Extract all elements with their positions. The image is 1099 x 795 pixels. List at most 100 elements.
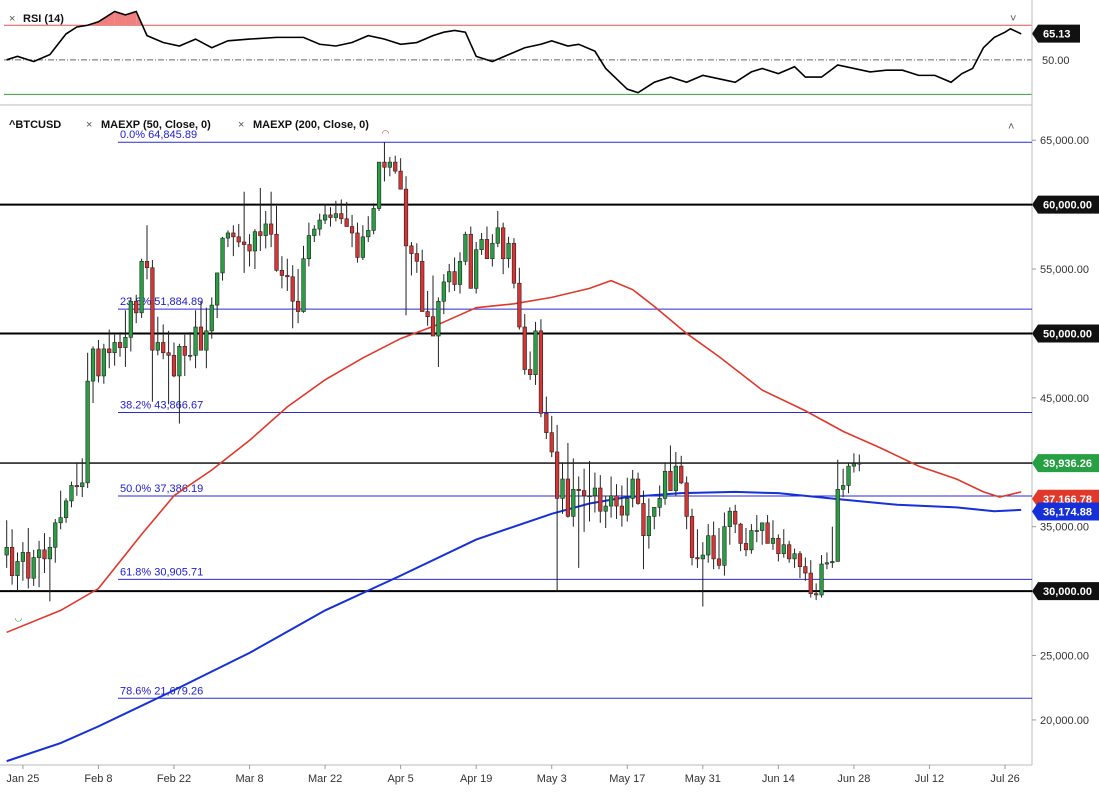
candle [760,522,765,545]
candle [420,249,425,312]
candle [182,334,187,376]
candle [522,314,527,375]
time-tick-label: May 17 [609,773,645,785]
candle [479,232,484,255]
candle-body [312,228,317,236]
ma-fast-close-icon[interactable]: × [86,119,92,131]
candle-body [841,485,846,490]
btcusd-chart: 50.00 65.13 0.0% 64,845.8923.6% 51,884.89… [0,0,1099,785]
time-tick-label: Apr 5 [387,773,413,785]
candle-body [646,516,651,536]
candle [517,267,522,330]
candle-body [517,282,522,328]
candle-body [150,267,155,351]
candle-body [301,258,306,312]
candle-body [387,161,392,168]
price-collapse-icon[interactable]: ˄ [1008,121,1014,133]
candle [128,297,133,352]
price-grid [0,0,1033,766]
candle-body [770,537,776,544]
candle [582,468,587,532]
candle-body [63,500,69,518]
candle-body [851,463,857,467]
candle-body [349,226,355,234]
candle [641,490,646,570]
candle-body [576,489,581,491]
candle-body [47,546,52,560]
candle-body [274,233,279,271]
candle-body [263,223,268,236]
candle [403,176,409,316]
candle-body [528,369,533,375]
candle [452,257,457,291]
candle [220,236,225,281]
candle-body [117,342,123,348]
candle [231,225,236,257]
candle [85,352,90,489]
candle [684,476,689,530]
candle [668,445,673,491]
time-tick-label: Mar 22 [308,773,342,785]
candle [625,477,630,522]
candle [738,522,743,552]
candle [673,451,678,496]
candle [743,527,749,557]
rsi-close-icon[interactable]: × [9,13,15,25]
candle [646,498,651,549]
candle [387,156,392,177]
candle [576,476,581,568]
ma-slow-close-icon[interactable]: × [238,119,244,131]
candle [447,263,452,293]
candle-body [355,232,360,258]
candle-body [662,470,668,499]
candle [727,507,732,545]
candle-body [452,271,457,285]
rsi-collapse-icon[interactable]: ˅ [1010,13,1016,25]
candle-body [765,522,770,544]
candle [177,343,182,424]
candle [608,476,614,518]
candle [754,515,759,543]
candle-body [436,300,441,337]
candle [835,459,840,562]
candle [749,524,754,554]
candle-body [328,214,333,218]
candle-body [544,413,549,433]
candle-body [457,260,463,285]
candle [706,524,711,563]
close-badge-text: 39,936.26 [1043,458,1092,470]
candle-body [468,233,473,289]
candle-body [317,219,322,230]
candle-body [128,300,133,338]
candle-body [252,231,258,252]
candle-body [134,300,139,314]
candle-body [684,482,689,517]
candle [819,555,824,598]
candle [830,526,835,568]
rsi-panel: 50.00 65.13 [0,0,1099,106]
candle [776,534,781,562]
level-badge-text: 50,000.00 [1043,328,1092,340]
candle-body [26,552,31,579]
candle-body [501,227,506,260]
candle [306,222,311,267]
candle [252,229,258,270]
candle [204,307,209,369]
candle [841,468,846,498]
high-marker: ◠ [381,128,389,138]
candle-body [474,249,479,289]
candle-body [598,487,603,512]
candle [463,231,468,266]
candle [409,241,414,276]
candle-body [835,489,840,562]
candle [803,557,808,581]
candle [414,243,419,273]
candle-body [560,478,565,499]
candle [90,346,96,404]
fibonacci-levels: 0.0% 64,845.8923.6% 51,884.8938.2% 43,86… [118,129,1032,699]
price-tick-label: 55,000.00 [1040,264,1089,276]
candle [765,515,770,544]
candle-body [155,342,160,351]
candle-body [144,260,150,269]
candle [635,472,641,505]
